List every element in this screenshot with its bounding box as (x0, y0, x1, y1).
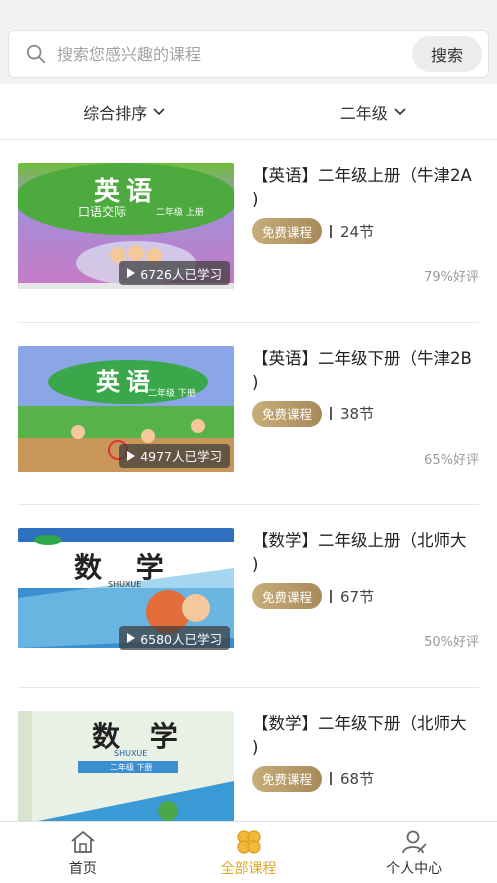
search-area: 搜索 (0, 24, 497, 84)
tab-all-courses[interactable]: 全部课程 (166, 822, 332, 883)
course-title-line2: ) (252, 737, 259, 757)
course-title-line1: 【英语】二年级下册（牛津2B (252, 348, 472, 368)
learners-count: 6726人已学习 (140, 266, 222, 282)
course-cover: 数 学 SHUXUE 6580人已学习 (18, 528, 234, 654)
free-tag: 免费课程 (252, 400, 323, 427)
grade-filter[interactable]: 二年级 (249, 100, 497, 124)
play-icon (127, 268, 136, 278)
learners-badge: 6726人已学习 (119, 261, 230, 285)
course-cover: 英语 二年级 下册 4977人已学习 (18, 345, 234, 472)
course-title: 【英语】二年级上册（牛津2A ) (252, 164, 479, 212)
course-title: 【数学】二年级下册（北师大 ) (252, 712, 479, 760)
tab-profile[interactable]: 个人中心 (331, 822, 497, 883)
rating: 50%好评 (424, 635, 479, 650)
rating: 79%好评 (424, 270, 479, 285)
course-cover: 数 学 SHUXUE 二年级 下册 (18, 710, 234, 823)
divider (330, 772, 333, 785)
cover-subtitle: 口语交际 (78, 205, 127, 219)
course-meta: 免费课程 67节 (252, 583, 374, 609)
course-cover: 英语 口语交际 二年级 上册 6726人已学习 (18, 163, 234, 289)
course-title: 【英语】二年级下册（牛津2B ) (252, 347, 479, 395)
clover-icon (236, 829, 261, 854)
tab-home-label: 首页 (68, 860, 97, 877)
lesson-count: 24节 (340, 222, 375, 241)
cover-grade: 二年级 上册 (156, 208, 204, 218)
cover-subtitle: SHUXUE (108, 580, 142, 589)
divider (330, 407, 333, 420)
cover-grade: 二年级 下册 (110, 762, 153, 772)
course-meta: 免费课程 68节 (252, 765, 375, 792)
status-strip (0, 0, 497, 24)
course-title-line2: ) (252, 190, 259, 209)
chevron-down-icon (394, 107, 406, 115)
learners-count: 4977人已学习 (140, 449, 222, 464)
course-meta: 免费课程 24节 (252, 218, 374, 244)
free-tag: 免费课程 (252, 583, 323, 609)
home-icon (71, 830, 95, 853)
course-item[interactable]: 数 学 SHUXUE 6580人已学习 【数学】二年级上册（北师大 ) 免费课程… (18, 505, 479, 688)
course-item[interactable]: 英语 口语交际 二年级 上册 6726人已学习 【英语】二年级上册（牛津2A )… (18, 140, 479, 323)
cover-subtitle: SHUXUE (114, 748, 148, 758)
user-icon (402, 830, 427, 853)
lesson-count: 68节 (340, 770, 375, 788)
learners-badge: 4977人已学习 (119, 443, 230, 468)
tab-home[interactable]: 首页 (0, 822, 166, 883)
cover-grade: 二年级 下册 (148, 388, 196, 399)
filter-bar: 综合排序 二年级 (0, 84, 497, 140)
course-item[interactable]: 数 学 SHUXUE 二年级 下册 【数学】二年级下册（北师大 ) 免费课程 6… (18, 688, 479, 823)
learners-badge: 6580人已学习 (119, 626, 230, 650)
course-meta: 免费课程 38节 (252, 400, 375, 427)
course-title: 【数学】二年级上册（北师大 ) (252, 529, 479, 577)
course-title-line1: 【数学】二年级上册（北师大 (252, 531, 467, 550)
lesson-count: 67节 (340, 587, 375, 606)
tab-all-courses-label: 全部课程 (220, 860, 277, 877)
free-tag: 免费课程 (252, 765, 323, 792)
search-button[interactable]: 搜索 (412, 36, 482, 72)
sort-filter[interactable]: 综合排序 (0, 100, 249, 124)
course-title-line2: ) (252, 372, 259, 392)
search-icon (26, 44, 46, 64)
course-title-line2: ) (252, 555, 259, 574)
grade-filter-label: 二年级 (339, 103, 388, 123)
lesson-count: 38节 (340, 405, 375, 423)
sort-filter-label: 综合排序 (83, 103, 148, 123)
tab-profile-label: 个人中心 (386, 860, 443, 877)
course-title-line1: 【数学】二年级下册（北师大 (252, 713, 467, 733)
course-title-line1: 【英语】二年级上册（牛津2A (252, 166, 472, 185)
course-item[interactable]: 英语 二年级 下册 4977人已学习 【英语】二年级下册（牛津2B ) 免费课程… (18, 323, 479, 505)
course-list: 英语 口语交际 二年级 上册 6726人已学习 【英语】二年级上册（牛津2A )… (0, 140, 497, 823)
learners-count: 6580人已学习 (140, 631, 222, 647)
play-icon (127, 450, 136, 461)
bottom-tabbar: 首页 全部课程 个人中心 (0, 821, 497, 883)
divider (330, 589, 333, 603)
free-tag: 免费课程 (252, 218, 323, 244)
rating: 65%好评 (424, 452, 479, 468)
search-bar: 搜索 (8, 30, 489, 78)
play-icon (127, 633, 136, 643)
search-input[interactable] (57, 44, 412, 64)
divider (330, 224, 333, 238)
cover-title: 英语 (96, 367, 156, 396)
chevron-down-icon (153, 107, 165, 115)
